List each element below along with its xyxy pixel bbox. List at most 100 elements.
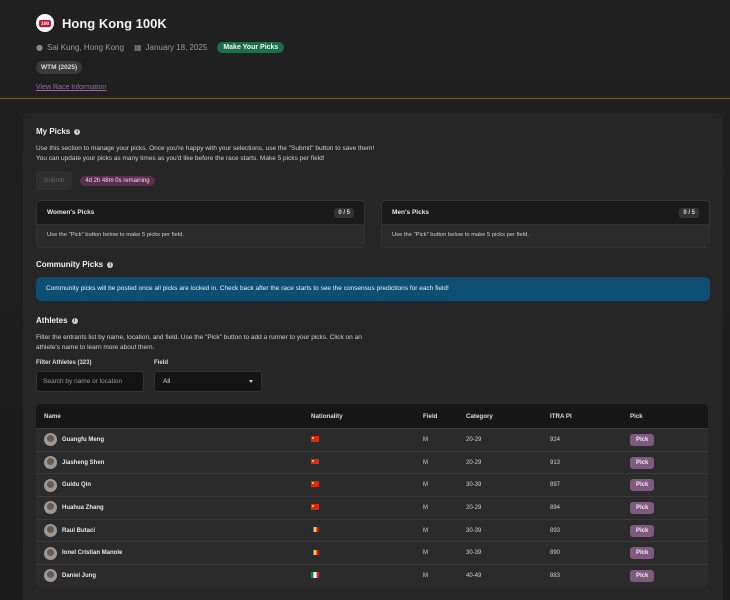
countdown-badge: 4d 2h 48m 0s remaining — [80, 175, 155, 186]
field-select[interactable]: All — [154, 371, 262, 392]
main-panel: My Picks i Use this section to manage yo… — [23, 113, 723, 600]
col-field[interactable]: Field — [411, 413, 466, 420]
status-badge: Make Your Picks — [217, 42, 285, 53]
field-cell: M — [423, 436, 428, 443]
athlete-cell: Huahua Zhang — [36, 501, 311, 515]
info-icon[interactable]: i — [71, 317, 78, 324]
athlete-name-link[interactable]: Jiasheng Shen — [62, 460, 104, 466]
col-nationality[interactable]: Nationality — [311, 413, 411, 420]
pick-cell: Pick — [630, 569, 708, 582]
nationality-cell — [311, 436, 411, 444]
submit-button[interactable]: Submit — [36, 171, 73, 190]
itra-cell: 913 — [550, 459, 561, 466]
pick-button[interactable]: Pick — [630, 569, 655, 582]
itra-cell: 897 — [550, 482, 561, 489]
flag-icon — [311, 436, 319, 442]
race-logo: 100 — [36, 14, 54, 32]
col-category[interactable]: Category — [466, 413, 550, 420]
my-picks-title-text: My Picks — [36, 127, 71, 136]
table-row: Huahua Zhang M 20-29 894 Pick — [36, 496, 708, 519]
view-race-info-link[interactable]: View Race Information — [36, 84, 696, 91]
category-cell: 40-49 — [466, 572, 482, 579]
field-select-value: All — [163, 378, 171, 385]
race-header: 100 Hong Kong 100K ● Sai Kung, Hong Kong… — [36, 14, 696, 91]
avatar — [44, 433, 57, 447]
header-divider — [0, 98, 730, 99]
athlete-cell: Jiasheng Shen — [36, 456, 311, 470]
athlete-name-link[interactable]: Daniel Jung — [62, 573, 96, 579]
mens-picks-hint: Use the "Pick" button below to make 5 pi… — [382, 224, 709, 247]
mens-picks-box: Men's Picks 0 / 5 Use the "Pick" button … — [381, 200, 710, 248]
avatar — [44, 478, 57, 492]
athletes-title-text: Athletes — [36, 316, 68, 325]
avatar — [44, 524, 57, 538]
womens-picks-count: 0 / 5 — [334, 207, 354, 218]
chevron-down-icon — [249, 380, 253, 383]
athlete-cell: Guangfu Meng — [36, 433, 311, 447]
my-picks-title: My Picks i — [36, 127, 710, 136]
athlete-name-link[interactable]: Huahua Zhang — [62, 505, 104, 511]
map-pin-icon: ● — [36, 43, 43, 52]
table-header: Name Nationality Field Category ITRA PI … — [36, 404, 708, 428]
calendar-icon: ▦ — [133, 43, 142, 52]
avatar — [44, 456, 57, 470]
category-cell: 30-39 — [466, 527, 482, 534]
pick-button[interactable]: Pick — [630, 547, 655, 560]
nationality-cell — [311, 526, 411, 535]
pick-button[interactable]: Pick — [630, 524, 655, 537]
pick-button[interactable]: Pick — [630, 501, 655, 514]
category-cell: 20-29 — [466, 504, 482, 511]
field-cell: M — [423, 459, 428, 466]
pick-button[interactable]: Pick — [630, 456, 655, 469]
info-icon[interactable]: i — [107, 261, 114, 268]
community-picks-title-text: Community Picks — [36, 260, 104, 269]
nationality-cell — [311, 549, 411, 558]
pick-button[interactable]: Pick — [630, 479, 655, 492]
community-note: Community picks will be posted once all … — [36, 277, 710, 301]
athlete-name-link[interactable]: Raul Butaci — [62, 528, 95, 534]
col-pick: Pick — [630, 412, 643, 420]
nationality-cell — [311, 481, 411, 489]
avatar — [44, 501, 57, 515]
pick-button[interactable]: Pick — [630, 433, 655, 446]
race-logo-mark: 100 — [39, 19, 51, 27]
category-cell: 20-29 — [466, 436, 482, 443]
table-row: Guangfu Meng M 20-29 924 Pick — [36, 428, 708, 451]
pick-cell: Pick — [630, 433, 708, 446]
race-title: Hong Kong 100K — [62, 15, 167, 31]
athlete-name-link[interactable]: Guidu Qin — [62, 482, 91, 488]
pick-cell: Pick — [630, 501, 708, 514]
mens-picks-label: Men's Picks — [392, 209, 429, 216]
pick-cell: Pick — [630, 456, 708, 469]
table-row: Raul Butaci M 30-39 893 Pick — [36, 518, 708, 542]
nationality-cell — [311, 572, 411, 580]
table-row: Jiasheng Shen M 20-29 913 Pick — [36, 450, 708, 474]
athletes-table: Name Nationality Field Category ITRA PI … — [36, 404, 708, 587]
athlete-cell: Ionel Cristian Manole — [36, 546, 311, 560]
col-name[interactable]: Name — [36, 413, 311, 420]
table-row: Guidu Qin M 30-39 897 Pick — [36, 473, 708, 497]
my-picks-description: Use this section to manage your picks. O… — [36, 145, 375, 162]
nationality-cell — [311, 504, 411, 512]
itra-cell: 890 — [550, 550, 561, 557]
athletes-title: Athletes i — [36, 316, 710, 325]
category-cell: 30-39 — [466, 482, 482, 489]
flag-icon — [311, 526, 319, 533]
category-cell: 30-39 — [466, 550, 482, 557]
category-cell: 20-29 — [466, 459, 482, 466]
flag-icon — [311, 572, 319, 578]
mens-picks-count: 0 / 5 — [679, 207, 699, 218]
table-row: Ionel Cristian Manole M 30-39 890 Pick — [36, 541, 708, 565]
avatar — [44, 569, 57, 583]
athlete-name-link[interactable]: Guangfu Meng — [62, 437, 104, 443]
athlete-cell: Daniel Jung — [36, 569, 311, 583]
itra-cell: 894 — [550, 504, 561, 511]
athlete-name-link[interactable]: Ionel Cristian Manole — [62, 550, 122, 556]
field-cell: M — [423, 504, 428, 511]
search-input[interactable]: Search by name or location — [36, 371, 144, 392]
col-itra[interactable]: ITRA PI — [550, 413, 630, 420]
avatar — [44, 546, 57, 560]
field-cell: M — [423, 482, 428, 489]
info-icon[interactable]: i — [74, 128, 81, 135]
womens-picks-hint: Use the "Pick" button below to make 5 pi… — [37, 224, 364, 247]
